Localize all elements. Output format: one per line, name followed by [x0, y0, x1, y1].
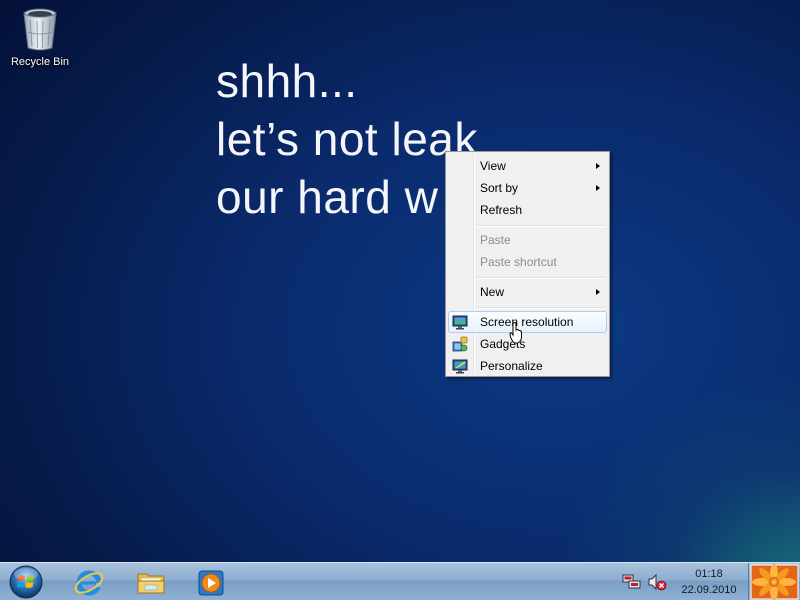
- clock-time: 01:18: [695, 568, 723, 580]
- submenu-arrow-icon: [596, 163, 600, 169]
- menu-item-personalize[interactable]: Personalize: [448, 355, 607, 377]
- menu-item-label: Paste: [480, 233, 511, 247]
- menu-item-label: Refresh: [480, 203, 523, 217]
- desktop-icon-recycle-bin[interactable]: Recycle Bin: [6, 6, 74, 68]
- system-clock[interactable]: 01:18 22.09.2010: [674, 566, 744, 598]
- message-line-1: shhh...: [216, 55, 358, 107]
- show-desktop-button[interactable]: [748, 563, 800, 600]
- menu-item-label: Personalize: [480, 359, 543, 373]
- volume-muted-icon[interactable]: [647, 572, 667, 592]
- gadgets-icon: [452, 336, 468, 352]
- menu-item-refresh[interactable]: Refresh: [448, 199, 607, 221]
- taskbar: 01:18 22.09.2010: [0, 562, 800, 600]
- clock-date: 22.09.2010: [681, 584, 737, 596]
- menu-item-screen-resolution[interactable]: Screen resolution: [448, 311, 607, 333]
- menu-item-label: New: [480, 285, 505, 299]
- menu-item-gadgets[interactable]: Gadgets: [448, 333, 607, 355]
- wallpaper-message: shhh... let’s not leak our hard w: [216, 52, 478, 226]
- menu-item-paste-shortcut[interactable]: Paste shortcut: [448, 251, 607, 273]
- menu-item-label: Paste shortcut: [480, 255, 557, 269]
- personalize-icon: [452, 358, 468, 374]
- menu-item-view[interactable]: View: [448, 155, 607, 177]
- recycle-bin-label: Recycle Bin: [10, 56, 70, 68]
- message-line-2: let’s not leak: [216, 113, 478, 165]
- taskbar-media-player-button[interactable]: [184, 565, 238, 599]
- start-button[interactable]: [6, 564, 46, 600]
- submenu-arrow-icon: [596, 289, 600, 295]
- mouse-pointer-icon: [509, 322, 523, 344]
- taskbar-windows-explorer-button[interactable]: [124, 565, 178, 599]
- menu-separator: [476, 277, 605, 279]
- desktop-context-menu: View Sort by Refresh Paste Paste shortcu…: [445, 151, 610, 377]
- folder-icon: [137, 573, 165, 594]
- network-icon[interactable]: [622, 573, 642, 591]
- message-line-3: our hard w: [216, 171, 439, 223]
- monitor-icon: [452, 314, 468, 330]
- taskbar-internet-explorer-button[interactable]: [62, 565, 116, 599]
- recycle-bin-icon: [20, 6, 60, 52]
- menu-item-new[interactable]: New: [448, 281, 607, 303]
- menu-item-label: Sort by: [480, 181, 519, 195]
- windows-orb-icon: [9, 565, 43, 599]
- menu-item-paste[interactable]: Paste: [448, 229, 607, 251]
- menu-item-sort-by[interactable]: Sort by: [448, 177, 607, 199]
- submenu-arrow-icon: [596, 185, 600, 191]
- menu-item-label: Screen resolution: [480, 315, 574, 329]
- media-player-icon: [198, 570, 224, 596]
- menu-separator: [476, 225, 605, 227]
- user-flower-thumbnail-icon: [750, 564, 799, 600]
- desktop[interactable]: Recycle Bin shhh... let’s not leak our h…: [0, 0, 800, 562]
- menu-separator: [476, 307, 605, 309]
- menu-item-label: View: [480, 159, 506, 173]
- internet-explorer-icon: [74, 570, 104, 596]
